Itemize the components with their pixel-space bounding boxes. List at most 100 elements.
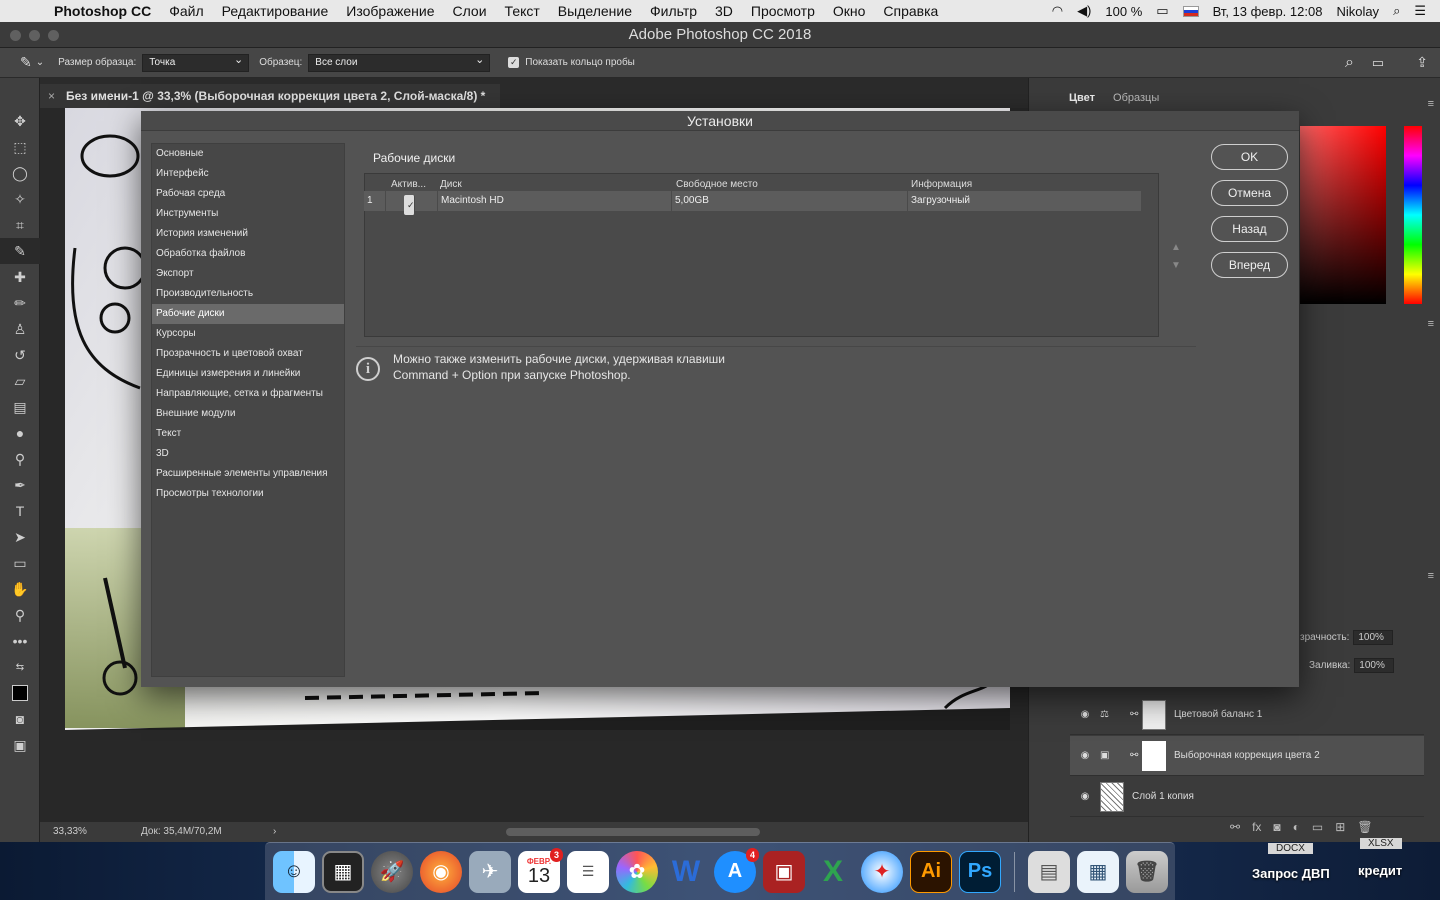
menu-layers[interactable]: Слои <box>453 3 487 19</box>
excel-icon[interactable]: X <box>812 851 854 893</box>
trash-icon[interactable]: 🗑 <box>1126 850 1168 893</box>
nav-item-cursors[interactable]: Курсоры <box>152 324 344 344</box>
nav-item-enhanced-controls[interactable]: Расширенные элементы управления <box>152 464 344 484</box>
volume-icon[interactable]: ◀) <box>1077 3 1091 19</box>
menu-select[interactable]: Выделение <box>558 3 632 19</box>
foreground-background-color[interactable] <box>0 680 40 706</box>
menu-3d[interactable]: 3D <box>715 3 733 19</box>
documents-folder-icon[interactable]: ▤ <box>1028 850 1070 893</box>
nav-item-technology-previews[interactable]: Просмотры технологии <box>152 484 344 504</box>
layer-row[interactable]: ◉ ⚖ ⚯ Цветовой баланс 1 <box>1070 695 1424 735</box>
move-up-icon[interactable]: ▲ <box>1171 239 1181 257</box>
panel-menu-icon[interactable]: ≡ <box>1428 98 1434 110</box>
history-brush-tool-icon[interactable]: ↺ <box>0 342 40 368</box>
layer-row[interactable]: ◉ Слой 1 копия <box>1070 777 1424 817</box>
nav-item-plugins[interactable]: Внешние модули <box>152 404 344 424</box>
photos-icon[interactable]: ✿ <box>616 850 658 893</box>
hue-slider[interactable] <box>1404 126 1422 304</box>
forward-button[interactable]: Вперед <box>1211 252 1288 278</box>
nav-item-file-handling[interactable]: Обработка файлов <box>152 244 344 264</box>
healing-brush-tool-icon[interactable]: ✚ <box>0 264 40 290</box>
nav-item-tools[interactable]: Инструменты <box>152 204 344 224</box>
illustrator-icon[interactable]: Ai <box>910 850 952 893</box>
move-down-icon[interactable]: ▼ <box>1171 257 1181 275</box>
clock[interactable]: Вт, 13 февр. 12:08 <box>1213 4 1323 19</box>
blur-tool-icon[interactable]: ● <box>0 420 40 446</box>
opacity-input[interactable]: 100% <box>1353 630 1394 645</box>
trash-icon[interactable]: 🗑 <box>1357 820 1372 834</box>
battery-icon[interactable]: ▭ <box>1156 3 1168 19</box>
eye-icon[interactable]: ◉ <box>1070 750 1100 761</box>
menu-filter[interactable]: Фильтр <box>650 3 697 19</box>
adjustment-layer-icon[interactable]: ◐ <box>1293 820 1300 834</box>
layer-name[interactable]: Слой 1 копия <box>1132 791 1194 802</box>
search-icon[interactable]: ⌕ <box>1345 54 1354 72</box>
quick-selection-tool-icon[interactable]: ✧ <box>0 186 40 212</box>
finder-icon[interactable]: ☺ <box>273 850 315 893</box>
path-selection-tool-icon[interactable]: ➤ <box>0 524 40 550</box>
menu-file[interactable]: Файл <box>169 3 203 19</box>
show-sampling-ring-checkbox[interactable]: ✓ <box>508 57 520 68</box>
brush-tool-icon[interactable]: ✏ <box>0 290 40 316</box>
wifi-icon[interactable]: ◠ <box>1052 3 1063 19</box>
activity-monitor-icon[interactable]: ▦ <box>322 850 364 893</box>
document-size[interactable]: Док: 35,4M/70,2M <box>141 822 222 842</box>
close-window-button[interactable] <box>10 30 21 41</box>
table-row[interactable]: 1 ✓ Macintosh HD 5,00GB Загрузочный <box>364 191 1142 215</box>
panel-menu-icon[interactable]: ≡ <box>1428 318 1434 330</box>
chevron-down-icon[interactable]: ⌄ <box>36 57 44 68</box>
nav-item-scratch-disks[interactable]: Рабочие диски <box>152 304 344 324</box>
tab-swatches[interactable]: Образцы <box>1113 92 1159 104</box>
clone-stamp-tool-icon[interactable]: ♙ <box>0 316 40 342</box>
menu-image[interactable]: Изображение <box>346 3 434 19</box>
nav-item-type[interactable]: Текст <box>152 424 344 444</box>
layer-row[interactable]: ◉ ▣ ⚯ Выборочная коррекция цвета 2 <box>1070 736 1424 776</box>
zoom-level[interactable]: 33,33% <box>53 822 87 842</box>
layer-mask-thumbnail[interactable] <box>1142 740 1166 771</box>
more-tools-icon[interactable]: ••• <box>0 628 40 654</box>
menu-view[interactable]: Просмотр <box>751 3 815 19</box>
marquee-tool-icon[interactable]: ⬚ <box>0 134 40 160</box>
fill-input[interactable]: 100% <box>1354 658 1395 673</box>
layer-name[interactable]: Выборочная коррекция цвета 2 <box>1174 750 1320 761</box>
input-language-flag-icon[interactable] <box>1182 5 1199 17</box>
panel-menu-icon[interactable]: ≡ <box>1428 570 1434 582</box>
link-icon[interactable]: ⚯ <box>1130 709 1142 720</box>
horizontal-scrollbar[interactable] <box>506 828 760 836</box>
nav-item-performance[interactable]: Производительность <box>152 284 344 304</box>
fx-icon[interactable]: fx <box>1252 820 1261 834</box>
sample-layers-select[interactable]: Все слои <box>308 52 491 72</box>
layer-thumbnail[interactable] <box>1100 781 1124 812</box>
pen-tool-icon[interactable]: ✒ <box>0 472 40 498</box>
row-active-checkbox[interactable]: ✓ <box>404 195 415 215</box>
document-tab[interactable]: × Без имени-1 @ 33,3% (Выборочная коррек… <box>40 84 500 108</box>
menu-app-name[interactable]: Photoshop CC <box>54 3 151 19</box>
zoom-tool-icon[interactable]: ⚲ <box>0 602 40 628</box>
ok-button[interactable]: OK <box>1211 144 1288 170</box>
workspace-icon[interactable]: ▭ <box>1372 55 1384 71</box>
calendar-icon[interactable]: ФЕВР. 13 3 <box>518 847 563 893</box>
back-button[interactable]: Назад <box>1211 216 1288 242</box>
eraser-tool-icon[interactable]: ▱ <box>0 368 40 394</box>
notification-center-icon[interactable]: ☰ <box>1414 3 1426 19</box>
link-icon[interactable]: ⚯ <box>1130 750 1142 761</box>
desktop-file-label[interactable]: кредит <box>1358 863 1402 878</box>
swap-colors-icon[interactable]: ⇆ <box>0 654 40 680</box>
lasso-tool-icon[interactable]: ◯ <box>0 160 40 186</box>
nav-item-export[interactable]: Экспорт <box>152 264 344 284</box>
nav-item-workspace[interactable]: Рабочая среда <box>152 184 344 204</box>
layer-mask-thumbnail[interactable] <box>1142 699 1166 730</box>
share-icon[interactable]: ⇪ <box>1416 54 1428 71</box>
photoshop-icon[interactable]: Ps <box>959 850 1001 893</box>
quick-mask-icon[interactable]: ◙ <box>0 706 40 732</box>
launchpad-icon[interactable]: 🚀 <box>371 850 413 893</box>
nav-item-history[interactable]: История изменений <box>152 224 344 244</box>
reminders-icon[interactable]: ☰ <box>567 850 609 893</box>
safari-icon[interactable]: ✦ <box>861 850 903 893</box>
eye-icon[interactable]: ◉ <box>1070 709 1100 720</box>
screen-mode-icon[interactable]: ▣ <box>0 732 40 758</box>
close-document-icon[interactable]: × <box>48 84 55 108</box>
photo-booth-icon[interactable]: ▣ <box>763 850 805 893</box>
add-mask-icon[interactable]: ◙ <box>1273 820 1280 834</box>
nav-item-units[interactable]: Единицы измерения и линейки <box>152 364 344 384</box>
